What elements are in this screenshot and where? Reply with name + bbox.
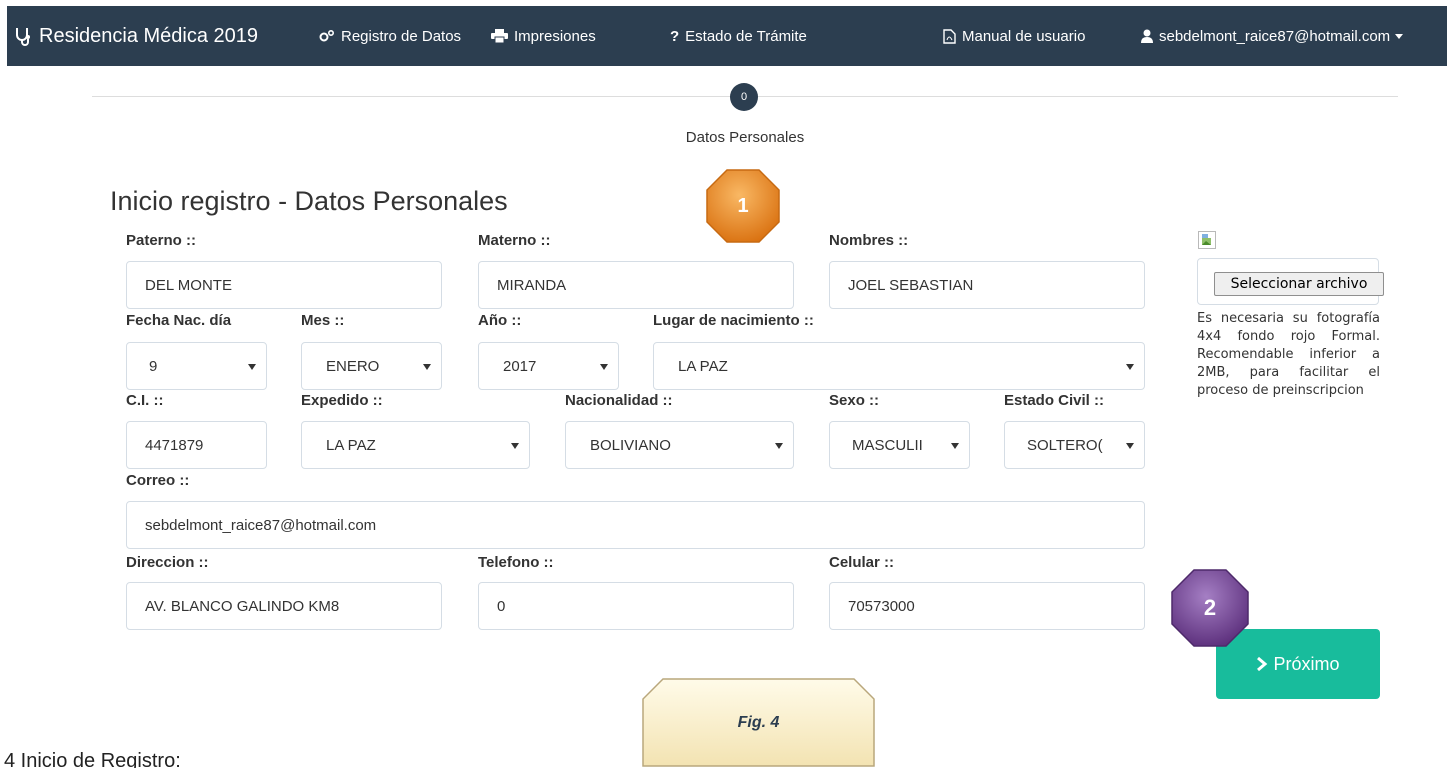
- brand-title: Residencia Médica 2019: [39, 24, 259, 47]
- user-menu[interactable]: sebdelmont_raice87@hotmail.com: [1141, 6, 1404, 66]
- user-email: sebdelmont_raice87@hotmail.com: [1159, 27, 1391, 45]
- stethoscope-icon: [13, 26, 33, 46]
- dropdown-arrow-icon: [600, 364, 608, 370]
- nacionalidad-select[interactable]: BOLIVIANO: [565, 421, 794, 469]
- print-icon: [491, 29, 508, 43]
- page-title: Inicio registro - Datos Personales: [110, 186, 508, 216]
- ci-input[interactable]: [126, 421, 267, 469]
- mes-label: Mes ::: [301, 312, 345, 329]
- dropdown-arrow-icon: [775, 443, 783, 449]
- question-icon: ?: [670, 27, 680, 45]
- dropdown-arrow-icon: [1126, 443, 1134, 449]
- correo-input[interactable]: [126, 501, 1145, 549]
- direccion-label: Direccion ::: [126, 554, 209, 571]
- estado-civil-select[interactable]: SOLTERO(: [1004, 421, 1145, 469]
- celular-input[interactable]: [829, 582, 1145, 630]
- photo-preview-image: [1198, 231, 1216, 249]
- dropdown-arrow-icon: [1126, 364, 1134, 370]
- lugar-select[interactable]: LA PAZ: [653, 342, 1145, 390]
- sexo-value: MASCULII: [852, 436, 923, 454]
- dropdown-arrow-icon: [511, 443, 519, 449]
- dia-label: Fecha Nac. día: [126, 312, 232, 329]
- nombres-input[interactable]: [829, 261, 1145, 309]
- photo-requirements-note: Es necesaria su fotografía 4x4 fondo roj…: [1197, 311, 1380, 398]
- nav-registro-datos[interactable]: Registro de Datos: [319, 6, 461, 66]
- figure-caption-box: Fig. 4: [641, 677, 876, 768]
- expedido-select[interactable]: LA PAZ: [301, 421, 530, 469]
- dia-select[interactable]: 9: [126, 342, 267, 390]
- chevron-right-icon: [1256, 656, 1268, 672]
- navbar: Residencia Médica 2019 Registro de Datos…: [7, 6, 1447, 66]
- sexo-label: Sexo ::: [829, 392, 880, 409]
- paterno-label: Paterno ::: [126, 232, 197, 249]
- stepper-label: Datos Personales: [685, 129, 805, 146]
- dia-value: 9: [149, 357, 158, 375]
- nav-impresiones-label: Impresiones: [514, 27, 596, 45]
- materno-input[interactable]: [478, 261, 794, 309]
- callout-2-badge: 2: [1170, 568, 1250, 648]
- anio-label: Año ::: [478, 312, 522, 329]
- nav-impresiones[interactable]: Impresiones: [491, 6, 596, 66]
- telefono-label: Telefono ::: [478, 554, 554, 571]
- callout-1-badge: 1: [705, 168, 781, 244]
- direccion-input[interactable]: [126, 582, 442, 630]
- ci-label: C.I. ::: [126, 392, 164, 409]
- anio-select[interactable]: 2017: [478, 342, 619, 390]
- correo-label: Correo ::: [126, 472, 190, 489]
- estado-civil-value: SOLTERO(: [1027, 436, 1103, 454]
- figure-caption: Fig. 4: [737, 713, 780, 731]
- telefono-input[interactable]: [478, 582, 794, 630]
- expedido-value: LA PAZ: [326, 436, 376, 454]
- callout-2-number: 2: [1203, 595, 1217, 620]
- nav-registro-datos-label: Registro de Datos: [341, 27, 462, 45]
- brand-link[interactable]: Residencia Médica 2019: [13, 6, 258, 66]
- nav-manual-usuario[interactable]: Manual de usuario: [943, 6, 1085, 66]
- stepper-number: 0: [730, 83, 758, 111]
- expedido-label: Expedido ::: [301, 392, 383, 409]
- dropdown-arrow-icon: [248, 364, 256, 370]
- mes-select[interactable]: ENERO: [301, 342, 442, 390]
- mes-value: ENERO: [326, 357, 380, 375]
- lugar-label: Lugar de nacimiento ::: [653, 312, 814, 329]
- lugar-value: LA PAZ: [678, 357, 728, 375]
- dropdown-arrow-icon: [951, 443, 959, 449]
- sexo-select[interactable]: MASCULII: [829, 421, 970, 469]
- celular-label: Celular ::: [829, 554, 895, 571]
- nav-estado-tramite[interactable]: ? Estado de Trámite: [670, 6, 807, 66]
- section-heading: 4 Inicio de Registro:: [4, 750, 181, 768]
- user-icon: [1141, 29, 1153, 43]
- next-button-label: Próximo: [1273, 653, 1340, 674]
- materno-label: Materno ::: [478, 232, 551, 249]
- pdf-file-icon: [943, 28, 956, 44]
- nacionalidad-value: BOLIVIANO: [590, 436, 671, 454]
- dropdown-arrow-icon: [423, 364, 431, 370]
- anio-value: 2017: [503, 357, 537, 375]
- cogs-icon: [319, 29, 335, 43]
- nav-manual-usuario-label: Manual de usuario: [962, 27, 1086, 45]
- paterno-input[interactable]: [126, 261, 442, 309]
- caret-down-icon: [1395, 33, 1404, 39]
- nav-estado-tramite-label: Estado de Trámite: [685, 27, 807, 45]
- callout-1-number: 1: [737, 194, 749, 217]
- estado-civil-label: Estado Civil ::: [1004, 392, 1105, 409]
- select-file-button[interactable]: Seleccionar archivo: [1214, 272, 1384, 296]
- nombres-label: Nombres ::: [829, 232, 909, 249]
- nacionalidad-label: Nacionalidad ::: [565, 392, 673, 409]
